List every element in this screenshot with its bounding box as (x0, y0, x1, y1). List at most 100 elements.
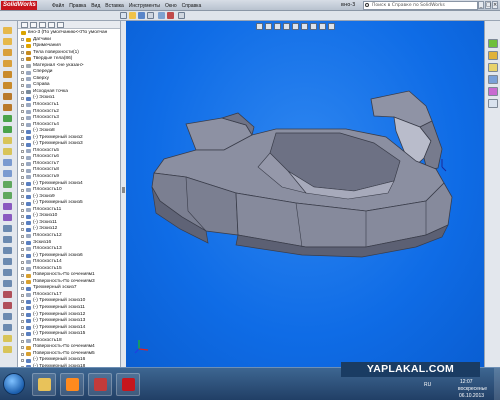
menu-insert[interactable]: Вставка (105, 3, 124, 9)
expand-toggle-icon[interactable] (21, 116, 24, 120)
expand-toggle-icon[interactable] (21, 130, 24, 133)
save-icon[interactable] (138, 12, 145, 19)
expand-toggle-icon[interactable] (21, 300, 24, 304)
collapse-arrow-icon[interactable] (122, 187, 125, 193)
taskbar-solidworks-button[interactable] (116, 373, 140, 396)
expand-toggle-icon[interactable] (21, 175, 24, 179)
rebuild-icon[interactable] (167, 12, 174, 19)
expand-toggle-icon[interactable] (21, 234, 24, 238)
boundary-boss-icon[interactable] (3, 71, 12, 78)
extrude-cut-icon[interactable] (3, 82, 12, 89)
start-button[interactable] (3, 373, 25, 395)
arc-tool-icon[interactable] (3, 258, 12, 265)
design-library-icon[interactable] (488, 51, 498, 60)
open-folder-icon[interactable] (129, 12, 136, 19)
menu-window[interactable]: Окно (165, 3, 177, 9)
expand-toggle-icon[interactable] (21, 103, 24, 107)
feature-tree-tab-icon[interactable] (21, 22, 28, 28)
view-palette-icon[interactable] (488, 75, 498, 84)
expand-toggle-icon[interactable] (21, 260, 24, 264)
sweep-boss-icon[interactable] (3, 49, 12, 56)
extrude-boss-icon[interactable] (3, 27, 12, 34)
point-tool-icon[interactable] (3, 280, 12, 287)
custom-properties-icon[interactable] (488, 99, 498, 108)
expand-toggle-icon[interactable] (21, 319, 24, 323)
display-manager-tab-icon[interactable] (57, 22, 64, 28)
expand-toggle-icon[interactable] (21, 77, 24, 81)
expand-toggle-icon[interactable] (21, 326, 24, 330)
expand-toggle-icon[interactable] (21, 136, 24, 140)
close-button[interactable]: × (492, 1, 498, 9)
expand-toggle-icon[interactable] (21, 332, 24, 336)
expand-toggle-icon[interactable] (21, 162, 24, 166)
fillet-icon[interactable] (3, 115, 12, 122)
expand-toggle-icon[interactable] (21, 313, 24, 317)
mirror-icon[interactable] (3, 181, 12, 188)
offset-tool-icon[interactable] (3, 302, 12, 309)
spline-tool-icon[interactable] (3, 269, 12, 276)
expand-toggle-icon[interactable] (21, 182, 24, 186)
expand-toggle-icon[interactable] (21, 143, 24, 147)
solidworks-logo[interactable]: SolidWorks (1, 1, 37, 10)
clock-time[interactable]: 12:07 (460, 379, 473, 385)
curves-icon[interactable] (3, 203, 12, 210)
menu-edit[interactable]: Правка (69, 3, 86, 9)
expand-toggle-icon[interactable] (21, 287, 24, 291)
expand-toggle-icon[interactable] (21, 228, 24, 232)
revolve-cut-icon[interactable] (3, 93, 12, 100)
solidworks-resources-icon[interactable] (488, 39, 498, 48)
expand-toggle-icon[interactable] (21, 156, 24, 160)
expand-toggle-icon[interactable] (21, 221, 24, 225)
menu-file[interactable]: Файл (52, 3, 64, 9)
expand-toggle-icon[interactable] (21, 215, 24, 219)
new-document-icon[interactable] (120, 12, 127, 19)
menu-help[interactable]: Справка (182, 3, 202, 9)
reference-geometry-icon[interactable] (3, 192, 12, 199)
expand-toggle-icon[interactable] (21, 208, 24, 212)
taskbar-media-button[interactable] (60, 373, 84, 396)
chamfer-icon[interactable] (3, 126, 12, 133)
swept-cut-icon[interactable] (3, 104, 12, 111)
expand-toggle-icon[interactable] (21, 149, 24, 153)
expand-toggle-icon[interactable] (21, 51, 24, 55)
expand-toggle-icon[interactable] (21, 71, 24, 75)
options-gear-icon[interactable] (178, 12, 185, 19)
loft-boss-icon[interactable] (3, 60, 12, 67)
expand-toggle-icon[interactable] (21, 339, 24, 343)
dimension-tool-icon[interactable] (3, 313, 12, 320)
revolve-boss-icon[interactable] (3, 38, 12, 45)
expand-toggle-icon[interactable] (21, 359, 24, 363)
expand-toggle-icon[interactable] (21, 110, 24, 114)
menu-tools[interactable]: Инструменты (129, 3, 160, 9)
trim-tool-icon[interactable] (3, 291, 12, 298)
circle-tool-icon[interactable] (3, 247, 12, 254)
expand-toggle-icon[interactable] (21, 123, 24, 127)
minimize-button[interactable]: _ (478, 1, 484, 9)
language-indicator[interactable]: RU (424, 382, 431, 388)
property-manager-tab-icon[interactable] (30, 22, 37, 28)
surface-loft-icon[interactable] (3, 335, 12, 342)
rib-icon[interactable] (3, 137, 12, 144)
expand-toggle-icon[interactable] (21, 38, 24, 42)
expand-toggle-icon[interactable] (21, 195, 24, 199)
boat-model[interactable] (126, 21, 484, 367)
appearances-icon[interactable] (488, 87, 498, 96)
file-explorer-icon[interactable] (488, 63, 498, 72)
expand-toggle-icon[interactable] (21, 64, 24, 68)
print-icon[interactable] (147, 12, 154, 19)
shell-icon[interactable] (3, 148, 12, 155)
configuration-manager-tab-icon[interactable] (39, 22, 46, 28)
expand-toggle-icon[interactable] (21, 188, 24, 192)
graphics-viewport[interactable] (126, 21, 484, 367)
show-desktop-button[interactable] (494, 368, 500, 400)
relations-tool-icon[interactable] (3, 324, 12, 331)
taskbar-archiver-button[interactable] (88, 373, 112, 396)
help-search-input[interactable]: Поиск в Справке по SolidWorks (363, 1, 478, 10)
maximize-button[interactable]: □ (485, 1, 491, 9)
expand-toggle-icon[interactable] (21, 274, 24, 278)
expand-toggle-icon[interactable] (21, 254, 24, 258)
expand-toggle-icon[interactable] (21, 169, 24, 173)
expand-toggle-icon[interactable] (21, 44, 24, 48)
sketch-icon[interactable] (3, 214, 12, 221)
expand-toggle-icon[interactable] (21, 280, 24, 284)
